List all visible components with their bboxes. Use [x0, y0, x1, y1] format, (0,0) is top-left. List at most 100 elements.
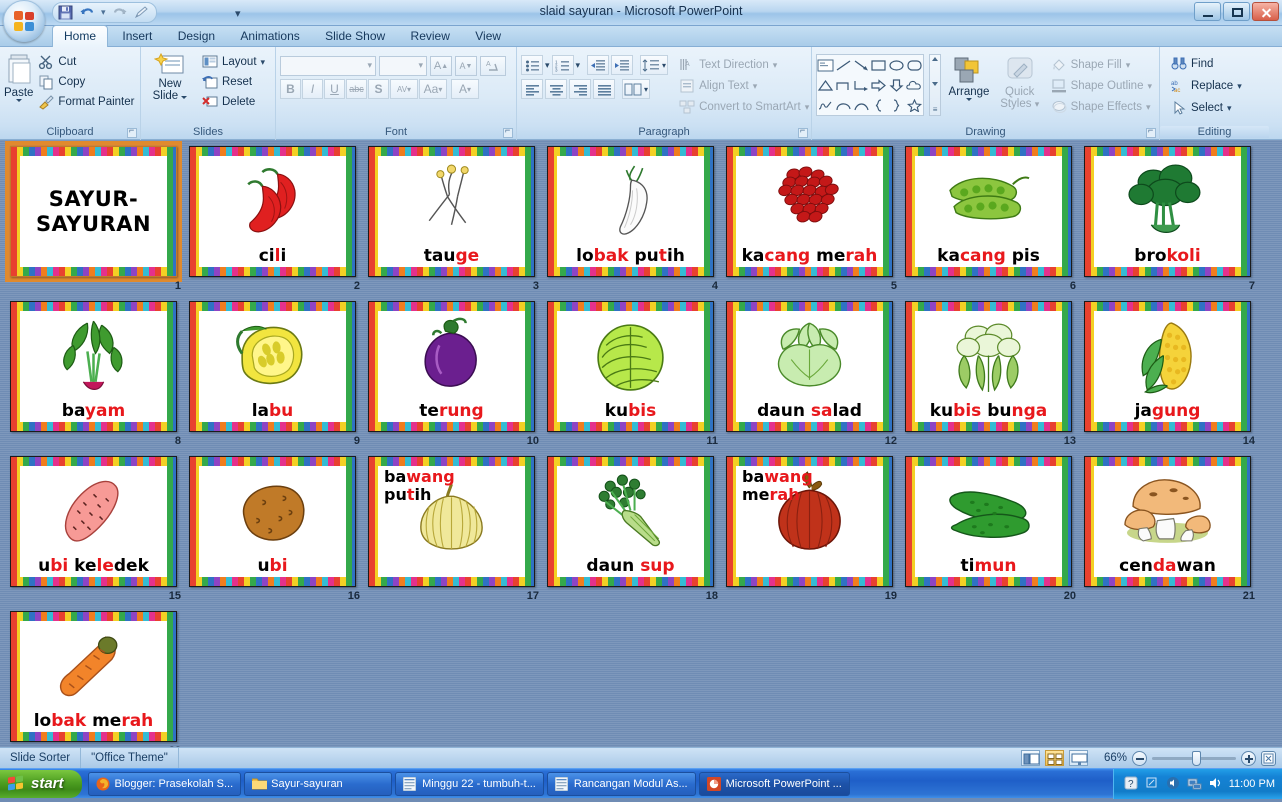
slide-thumbnail-1[interactable]: SAYUR- SAYURAN 1: [5, 141, 189, 301]
paste-dropdown-icon[interactable]: [15, 99, 22, 102]
slide-canvas[interactable]: tauge: [368, 146, 535, 277]
slide-canvas[interactable]: daun sup: [547, 456, 714, 587]
slide-canvas[interactable]: timun: [905, 456, 1072, 587]
numbering-button[interactable]: 123: [551, 55, 574, 75]
slide-canvas[interactable]: lobak putih: [547, 146, 714, 277]
columns-button[interactable]: ▾: [622, 79, 650, 99]
replace-button[interactable]: ab ac Replace ▾: [1168, 77, 1265, 95]
drawing-dialog-launcher[interactable]: [1146, 125, 1156, 138]
paragraph-dialog-launcher[interactable]: [798, 125, 808, 138]
minimize-button[interactable]: [1194, 2, 1221, 21]
slide-canvas[interactable]: cendawan: [1084, 456, 1251, 587]
font-size-combo[interactable]: ▾: [379, 56, 427, 76]
slide-canvas[interactable]: brokoli: [1084, 146, 1251, 277]
justify-button[interactable]: [593, 79, 615, 99]
slide-thumbnail-17[interactable]: bawang putih 17: [368, 456, 547, 611]
taskbar-item-4[interactable]: Microsoft PowerPoint ...: [698, 771, 850, 796]
find-button[interactable]: Find: [1168, 55, 1265, 73]
slide-thumbnail-18[interactable]: daun sup 18: [547, 456, 726, 611]
slide-thumbnail-13[interactable]: kubis bunga 13: [905, 301, 1084, 456]
select-button[interactable]: Select ▾: [1168, 99, 1265, 117]
slide-canvas[interactable]: jagung: [1084, 301, 1251, 432]
slide-thumbnail-2[interactable]: cili 2: [189, 146, 368, 301]
tab-insert[interactable]: Insert: [111, 26, 163, 47]
slide-thumbnail-6[interactable]: kacang pis 6: [905, 146, 1084, 301]
shape-triangle-icon[interactable]: [817, 75, 835, 95]
slide-canvas[interactable]: ubi keledek: [10, 456, 177, 587]
align-left-button[interactable]: [521, 79, 543, 99]
slide-thumbnail-21[interactable]: cendawan 21: [1084, 456, 1263, 611]
slide-canvas[interactable]: bayam: [10, 301, 177, 432]
tab-slide-show[interactable]: Slide Show: [314, 26, 396, 47]
slide-thumbnail-11[interactable]: kubis 11: [547, 301, 726, 456]
reset-button[interactable]: Reset: [199, 73, 268, 91]
copy-button[interactable]: Copy: [35, 73, 137, 91]
slide-canvas[interactable]: kubis: [547, 301, 714, 432]
slide-thumbnail-12[interactable]: daun salad 12: [726, 301, 905, 456]
format-painter-button[interactable]: Format Painter: [35, 93, 137, 111]
paste-button[interactable]: Paste: [4, 50, 33, 111]
shape-rectangle-icon[interactable]: [870, 55, 888, 75]
slide-thumbnail-10[interactable]: terung 10: [368, 301, 547, 456]
slide-canvas[interactable]: kacang pis: [905, 146, 1072, 277]
tab-home[interactable]: Home: [52, 25, 109, 47]
slide-canvas[interactable]: lobak merah: [10, 611, 177, 742]
slide-thumbnail-4[interactable]: lobak putih 4: [547, 146, 726, 301]
slide-canvas[interactable]: ubi: [189, 456, 356, 587]
close-button[interactable]: [1252, 2, 1279, 21]
zoom-in-button[interactable]: [1241, 750, 1256, 766]
shape-down-arrow-icon[interactable]: [888, 75, 906, 95]
slide-thumbnail-3[interactable]: tauge 3: [368, 146, 547, 301]
font-dialog-launcher[interactable]: [503, 125, 513, 138]
taskbar-item-1[interactable]: Sayur-sayuran: [244, 771, 393, 796]
taskbar-item-0[interactable]: Blogger: Prasekolah S...: [87, 771, 242, 796]
shape-oval-icon[interactable]: [888, 55, 906, 75]
help-icon[interactable]: ?: [1124, 776, 1139, 791]
office-button[interactable]: [3, 0, 45, 42]
volume-icon[interactable]: [1166, 776, 1181, 791]
shape-right-arrow-icon[interactable]: [870, 75, 888, 95]
cut-button[interactable]: Cut: [35, 53, 137, 71]
tab-view[interactable]: View: [464, 26, 512, 47]
slide-thumbnail-15[interactable]: ubi keledek 15: [10, 456, 189, 611]
zoom-slider-thumb[interactable]: [1192, 750, 1201, 766]
network-icon[interactable]: [1187, 776, 1202, 791]
fit-to-window-button[interactable]: [1261, 750, 1276, 766]
delete-slide-button[interactable]: Delete: [199, 93, 268, 111]
new-slide-dropdown-icon[interactable]: [181, 96, 188, 99]
tab-review[interactable]: Review: [400, 26, 461, 47]
shapes-gallery[interactable]: [816, 54, 925, 116]
bullets-dropdown-icon[interactable]: ▾: [545, 60, 550, 71]
slide-thumbnail-8[interactable]: bayam 8: [10, 301, 189, 456]
shape-elbow-arrow-icon[interactable]: [852, 75, 870, 95]
slide-thumbnail-14[interactable]: jagung 14: [1084, 301, 1263, 456]
shape-right-brace-icon[interactable]: [888, 95, 906, 115]
tab-design[interactable]: Design: [167, 26, 226, 47]
arrange-dropdown-icon[interactable]: [966, 98, 972, 101]
slide-thumbnail-9[interactable]: labu 9: [189, 301, 368, 456]
shape-rounded-rect-icon[interactable]: [905, 55, 923, 75]
decrease-indent-button[interactable]: [587, 55, 610, 75]
start-button[interactable]: start: [0, 769, 82, 798]
arrange-button[interactable]: Arrange: [946, 54, 992, 116]
shape-left-brace-icon[interactable]: [870, 95, 888, 115]
select-dropdown-icon[interactable]: ▾: [1227, 103, 1232, 114]
slide-thumbnail-22[interactable]: lobak merah22: [10, 611, 189, 747]
shape-star-icon[interactable]: [905, 95, 923, 115]
restore-button[interactable]: [1223, 2, 1250, 21]
shape-line-icon[interactable]: [835, 55, 853, 75]
line-spacing-button[interactable]: ▾: [640, 55, 669, 75]
zoom-slider[interactable]: [1152, 750, 1236, 766]
align-right-button[interactable]: [569, 79, 591, 99]
speaker-icon[interactable]: [1208, 776, 1223, 791]
slide-canvas[interactable]: kubis bunga: [905, 301, 1072, 432]
slide-canvas[interactable]: daun salad: [726, 301, 893, 432]
bullets-button[interactable]: [521, 55, 543, 75]
new-slide-button[interactable]: New Slide: [145, 50, 195, 111]
view-normal-button[interactable]: [1021, 750, 1040, 766]
numbering-dropdown-icon[interactable]: ▾: [576, 60, 581, 71]
slide-canvas[interactable]: terung: [368, 301, 535, 432]
shape-cloud-icon[interactable]: [905, 75, 923, 95]
align-center-button[interactable]: [545, 79, 567, 99]
increase-indent-button[interactable]: [611, 55, 634, 75]
